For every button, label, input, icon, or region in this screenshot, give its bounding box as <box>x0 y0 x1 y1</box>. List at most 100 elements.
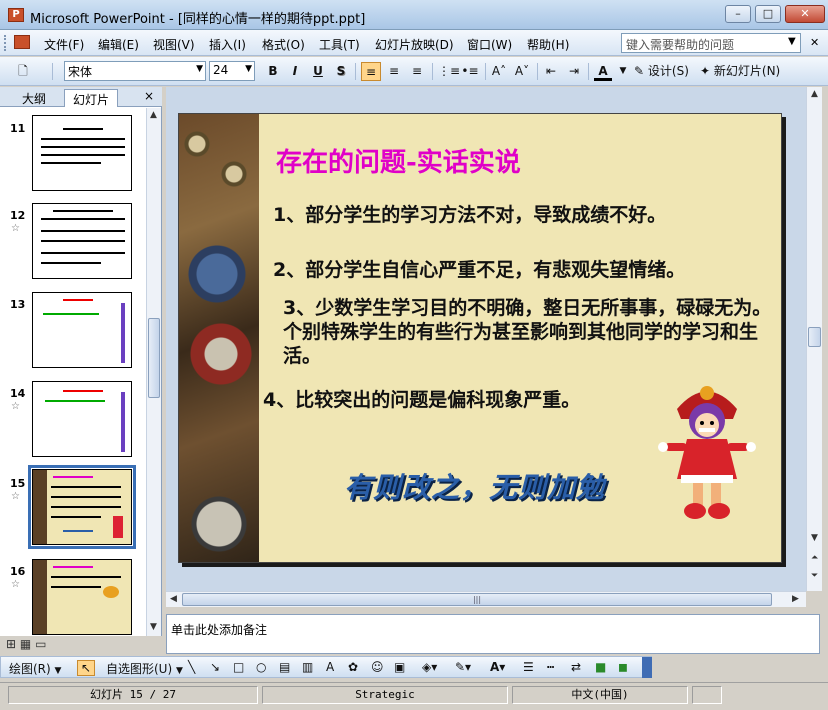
slide-point-3[interactable]: 3、少数学生学习目的不明确，整日无所事事，碌碌无为。个别特殊学生的有些行为甚至影… <box>283 296 781 368</box>
increase-font-icon[interactable]: A˄ <box>490 62 508 81</box>
slide-thumbnail-11[interactable] <box>32 115 132 191</box>
tab-outline[interactable]: 大纲 <box>14 89 54 107</box>
font-name-value: 宋体 <box>68 65 93 79</box>
slide-vertical-scrollbar[interactable]: ▲ ▼ ⏶ ⏷ <box>806 87 822 591</box>
new-slide-button[interactable]: ✦ 新幻灯片(N) <box>700 62 780 81</box>
scroll-left-icon[interactable]: ◀ <box>170 594 177 604</box>
slide-thumbnail-16[interactable] <box>32 559 132 635</box>
decrease-indent-icon[interactable]: ⇤ <box>542 62 560 81</box>
slide-thumbnail-14[interactable] <box>32 381 132 457</box>
arrow-icon[interactable]: ↘ <box>210 660 220 674</box>
slide-canvas[interactable]: 存在的问题-实话实说 1、部分学生的学习方法不对，导致成绩不好。 2、部分学生自… <box>178 113 782 563</box>
scroll-up-icon[interactable]: ▲ <box>150 110 157 120</box>
maximize-button[interactable]: □ <box>755 5 781 23</box>
menu-file[interactable]: 文件(F) <box>44 36 84 53</box>
bold-button[interactable]: B <box>264 62 282 81</box>
help-search-input[interactable]: 键入需要帮助的问题 <box>621 33 801 53</box>
dash-style-icon[interactable]: ┅ <box>547 660 554 674</box>
close-icon[interactable]: × <box>144 89 154 103</box>
underline-button[interactable]: U <box>309 62 327 81</box>
textbox-icon[interactable]: ▤ <box>279 660 290 674</box>
thumb-graphic <box>103 586 119 598</box>
select-objects-icon[interactable]: ↖ <box>77 660 96 676</box>
line-icon[interactable]: ╲ <box>188 660 195 674</box>
scrollbar-thumb[interactable] <box>808 327 821 347</box>
increase-indent-icon[interactable]: ⇥ <box>565 62 583 81</box>
animation-star-icon: ☆ <box>11 579 20 590</box>
thumb-line <box>51 576 121 578</box>
font-color-draw-icon[interactable]: A▾ <box>490 660 505 674</box>
slide-thumbnail-12[interactable] <box>32 203 132 279</box>
menu-insert[interactable]: 插入(I) <box>209 36 246 53</box>
oval-icon[interactable]: ○ <box>256 660 266 674</box>
line-style-icon[interactable]: ☰ <box>523 660 534 674</box>
tab-slides[interactable]: 幻灯片 <box>64 89 119 107</box>
decrease-font-icon[interactable]: A˅ <box>513 62 531 81</box>
chevron-down-icon[interactable]: ▼ <box>614 62 632 81</box>
menu-slideshow[interactable]: 幻灯片放映(D) <box>375 36 454 53</box>
slide-wordart-banner[interactable]: 有则改之，无则加勉 <box>344 466 605 506</box>
italic-button[interactable]: I <box>286 62 304 81</box>
scrollbar-thumb[interactable] <box>148 318 160 398</box>
cartoon-girl-image[interactable] <box>657 379 757 524</box>
3d-style-icon[interactable]: ◼ <box>618 660 628 674</box>
scroll-up-icon[interactable]: ▲ <box>811 89 818 99</box>
new-document-icon[interactable]: 🗋 <box>14 62 32 81</box>
wordart-icon[interactable]: A <box>326 660 334 674</box>
font-color-button[interactable]: A <box>594 62 612 81</box>
line-color-icon[interactable]: ✎▾ <box>455 660 471 674</box>
arrow-style-icon[interactable]: ⇄ <box>571 660 581 674</box>
slide-thumbnail-15[interactable] <box>32 469 132 545</box>
slide-title[interactable]: 存在的问题-实话实说 <box>276 142 521 179</box>
chevron-down-icon[interactable]: ▼ <box>788 36 796 47</box>
notes-pane[interactable]: 单击此处添加备注 <box>166 614 820 654</box>
fill-color-icon[interactable]: ◈▾ <box>422 660 437 674</box>
slide-point-2[interactable]: 2、部分学生自信心严重不足，有悲观失望情绪。 <box>273 257 781 283</box>
font-name-select[interactable]: 宋体 ▼ <box>64 61 206 81</box>
slide-horizontal-scrollbar[interactable]: ◀ ||| ▶ <box>166 591 806 607</box>
rectangle-icon[interactable]: □ <box>233 660 244 674</box>
autoshapes-menu-button[interactable]: 自选图形(U) ▼ <box>106 660 183 677</box>
vertical-textbox-icon[interactable]: ▥ <box>302 660 313 674</box>
shadow-style-icon[interactable]: ■ <box>595 660 606 674</box>
diagram-icon[interactable]: ✿ <box>348 660 358 674</box>
align-right-icon[interactable]: ≡ <box>408 62 426 81</box>
previous-slide-icon[interactable]: ⏶ <box>811 553 818 563</box>
close-button[interactable]: ✕ <box>785 5 825 23</box>
draw-menu-button[interactable]: 绘图(R) ▼ <box>9 660 61 677</box>
bullets-icon[interactable]: •≡ <box>461 62 479 81</box>
clipart-icon[interactable]: ☺ <box>371 660 384 674</box>
slide-thumbnail-13[interactable] <box>32 292 132 368</box>
scroll-down-icon[interactable]: ▼ <box>150 622 157 632</box>
align-center-icon[interactable]: ≡ <box>385 62 403 81</box>
menu-help[interactable]: 帮助(H) <box>527 36 569 53</box>
scrollbar-thumb[interactable]: ||| <box>182 593 772 606</box>
thumbnail-scrollbar[interactable]: ▲ ▼ <box>146 108 161 636</box>
minimize-button[interactable]: – <box>725 5 751 23</box>
toolbar-options-icon[interactable] <box>642 657 652 678</box>
align-left-icon[interactable]: ≡ <box>361 62 381 81</box>
toolbar-grip-icon[interactable] <box>4 35 7 51</box>
scroll-right-icon[interactable]: ▶ <box>792 594 799 604</box>
scroll-down-icon[interactable]: ▼ <box>811 533 818 543</box>
shadow-button[interactable]: S <box>332 62 350 81</box>
menu-window[interactable]: 窗口(W) <box>467 36 512 53</box>
document-icon[interactable] <box>14 35 30 49</box>
slideshow-view-icon[interactable]: ▭ <box>35 637 46 651</box>
slide-point-1[interactable]: 1、部分学生的学习方法不对，导致成绩不好。 <box>273 202 773 228</box>
autoshapes-label: 自选图形(U) <box>106 662 173 676</box>
slide-sorter-icon[interactable]: ▦ <box>20 637 31 651</box>
picture-icon[interactable]: ▣ <box>394 660 405 674</box>
next-slide-icon[interactable]: ⏷ <box>811 571 818 581</box>
close-document-icon[interactable]: ✕ <box>810 36 819 49</box>
menu-edit[interactable]: 编辑(E) <box>98 36 139 53</box>
powerpoint-icon[interactable]: P <box>8 8 24 22</box>
menu-format[interactable]: 格式(O) <box>262 36 305 53</box>
font-size-select[interactable]: 24 ▼ <box>209 61 255 81</box>
menu-tools[interactable]: 工具(T) <box>319 36 360 53</box>
normal-view-icon[interactable]: ⊞ <box>6 637 16 651</box>
menu-view[interactable]: 视图(V) <box>153 36 195 53</box>
chevron-down-icon: ▼ <box>175 666 183 676</box>
design-button[interactable]: ✎ 设计(S) <box>634 62 689 81</box>
numbering-icon[interactable]: ⋮≡ <box>438 62 460 81</box>
